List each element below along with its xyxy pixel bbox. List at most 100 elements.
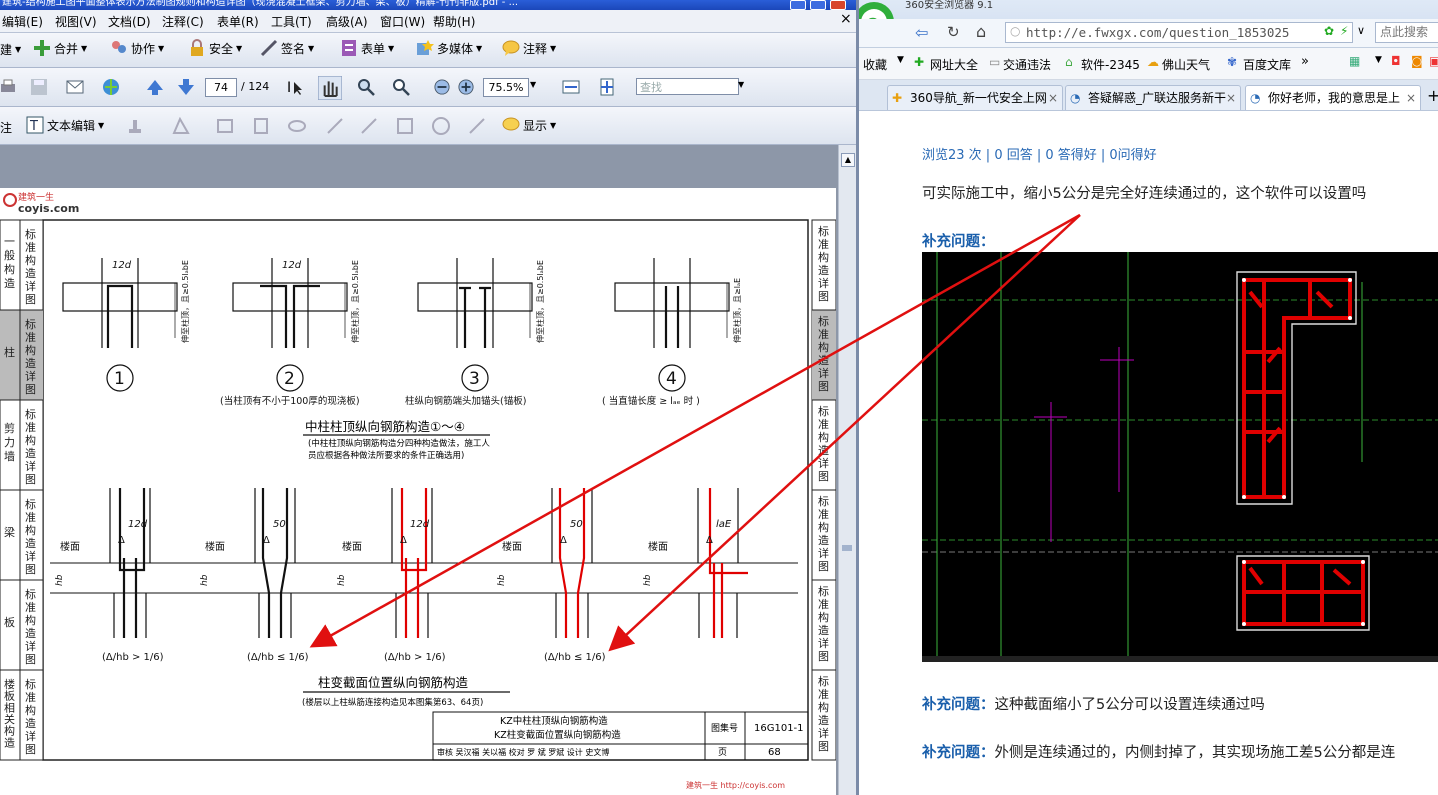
url-field[interactable]: ○ http://e.fwxgx.com/question_1853025 ✿ … [1005, 22, 1353, 43]
favorites-item-collect[interactable]: 收藏 [863, 56, 887, 73]
callout-icon[interactable] [172, 117, 190, 135]
scroll-up-icon[interactable]: ▲ [841, 153, 855, 167]
annot-label: 注 [0, 121, 13, 135]
menu-tools[interactable]: 工具(T) [271, 13, 312, 30]
forms-button[interactable]: 表单 ▼ [340, 39, 394, 57]
left-tab-long-1: 标准构造详图 [25, 317, 36, 396]
combine-button[interactable]: 合并 ▼ [33, 39, 87, 57]
oval-tool-icon[interactable] [432, 117, 450, 135]
page-number-input[interactable]: 74 [205, 78, 237, 97]
maximize-button[interactable] [810, 0, 826, 10]
scroll-thumb[interactable] [842, 545, 852, 551]
cloud-icon[interactable] [288, 117, 306, 135]
secure-button[interactable]: 安全 ▼ [188, 39, 242, 57]
titleblock-line1: KZ中柱柱顶纵向钢筋构造 [500, 715, 608, 727]
zoom-out-icon[interactable] [434, 79, 450, 95]
prev-page-icon[interactable] [146, 78, 164, 96]
stamp-icon[interactable] [126, 117, 144, 135]
supplement-label-1: 补充问题： [922, 234, 995, 250]
collaborate-button[interactable]: 协作 ▼ [110, 39, 164, 57]
tab-close-icon[interactable]: × [1406, 86, 1416, 110]
tool-icon-a[interactable]: ◘ [1391, 54, 1401, 68]
note-icon[interactable] [252, 117, 270, 135]
web-icon[interactable] [102, 78, 120, 96]
left-tab-long-5: 标准构造详图 [25, 677, 36, 756]
comment-button[interactable]: 注释 ▼ [502, 39, 556, 57]
favorites-more-icon[interactable]: » [1301, 54, 1309, 69]
dynamic-zoom-icon[interactable] [392, 78, 410, 96]
menu-advanced[interactable]: 高级(A) [326, 13, 368, 30]
left-tab-long-4: 标准构造详图 [25, 587, 36, 666]
tab-close-icon[interactable]: × [1226, 86, 1236, 110]
menu-forms[interactable]: 表单(R) [217, 13, 259, 30]
tab-question[interactable]: ◔ 你好老师，我的意思是上 × [1245, 85, 1421, 110]
close-doc-icon[interactable]: × [840, 11, 852, 27]
fit-width-icon[interactable] [562, 78, 580, 96]
security-icon[interactable]: ✿ [1324, 24, 1334, 38]
pdf-vertical-scrollbar[interactable]: ▲ [838, 145, 856, 795]
close-window-button[interactable] [830, 0, 846, 10]
create-button[interactable]: 建 ▼ [0, 41, 21, 58]
tool-icon-b[interactable]: ◙ [1411, 54, 1423, 68]
hand-tool-icon[interactable] [318, 76, 342, 100]
menu-view[interactable]: 视图(V) [55, 13, 97, 30]
lightning-icon[interactable]: ⚡ [1340, 24, 1348, 38]
favorites-item-sites[interactable]: 网址大全 [930, 56, 978, 73]
email-icon[interactable] [66, 78, 84, 96]
tab-glodon-service[interactable]: ◔ 答疑解惑_广联达服务新干 × [1065, 85, 1241, 110]
menu-comments[interactable]: 注释(C) [162, 13, 204, 30]
menu-document[interactable]: 文档(D) [108, 13, 151, 30]
vertical-note: 伸至柱顶，且≥0.5lₐbE [180, 260, 190, 343]
show-comments-icon [502, 117, 520, 131]
find-dropdown-icon[interactable]: ▼ [738, 80, 744, 89]
arrow-tool-icon[interactable] [326, 117, 344, 135]
zoom-dropdown-icon[interactable]: ▼ [530, 80, 536, 89]
menu-window[interactable]: 窗口(W) [380, 13, 425, 30]
select-text-icon[interactable]: I [286, 78, 304, 96]
url-dropdown-icon[interactable]: ∨ [1357, 24, 1365, 37]
favorites-item-software[interactable]: 软件-2345 [1081, 56, 1140, 73]
minimize-button[interactable] [790, 0, 806, 10]
logo-site-text: coyis.com [18, 202, 79, 215]
condition-label: (Δ/hb ≤ 1/6) [247, 652, 309, 663]
show-button[interactable]: 显示 ▼ [502, 116, 556, 134]
fit-page-icon[interactable] [598, 78, 616, 96]
sign-button[interactable]: 签名 ▼ [260, 39, 314, 57]
detail-number: 1 [114, 369, 125, 389]
favorites-dropdown-icon[interactable]: ▼ [897, 55, 904, 65]
print-icon[interactable] [0, 78, 18, 96]
tab-close-icon[interactable]: × [1048, 86, 1058, 110]
zoom-level-input[interactable]: 75.5% [483, 78, 529, 97]
apps-dropdown-icon[interactable]: ▼ [1375, 55, 1382, 65]
text-edit-button[interactable]: T 文本编辑 ▼ [26, 116, 104, 134]
save-icon[interactable] [30, 78, 48, 96]
refresh-icon[interactable]: ↻ [947, 23, 960, 41]
question-stats[interactable]: 浏览23 次 | 0 回答 | 0 答得好 | 0问得好 [922, 144, 1157, 163]
multimedia-button[interactable]: 多媒体 ▼ [416, 39, 482, 57]
tool-icon-c[interactable]: ▣ [1429, 54, 1438, 68]
left-tab-long-0: 标准构造详图 [25, 227, 36, 306]
rectangle-tool-icon[interactable] [396, 117, 414, 135]
next-page-icon[interactable] [177, 78, 195, 96]
new-tab-icon[interactable]: + [1427, 86, 1438, 105]
marquee-zoom-icon[interactable] [357, 78, 375, 96]
favorites-item-wenku[interactable]: 百度文库 [1243, 56, 1291, 73]
editing-toolbar: 注 T 文本编辑 ▼ 显示 ▼ [0, 107, 856, 145]
favorites-item-weather[interactable]: 佛山天气 [1162, 56, 1210, 73]
favorites-item-traffic[interactable]: 交通违法 [1003, 56, 1051, 73]
tab-360-nav[interactable]: ✚ 360导航_新一代安全上网 × [887, 85, 1063, 110]
line-tool-icon[interactable] [360, 117, 378, 135]
textbox-icon[interactable] [216, 117, 234, 135]
supplement-2: 补充问题：这种截面缩小了5公分可以设置连续通过吗 [922, 697, 1265, 713]
find-input[interactable]: 查找 [636, 78, 739, 95]
left-tab-short-4: 板 [4, 615, 15, 629]
zoom-in-icon[interactable] [458, 79, 474, 95]
back-icon[interactable]: ⇦ [915, 23, 928, 42]
home-icon[interactable]: ⌂ [976, 22, 986, 41]
pencil-tool-icon[interactable] [468, 117, 486, 135]
apps-icon[interactable]: ▦ [1349, 54, 1360, 68]
footer-url: 建筑一生 http://coyis.com [686, 780, 785, 790]
menu-help[interactable]: 帮助(H) [433, 13, 475, 30]
menu-edit[interactable]: 编辑(E) [2, 13, 43, 30]
search-box[interactable]: 点此搜索 [1375, 22, 1438, 43]
